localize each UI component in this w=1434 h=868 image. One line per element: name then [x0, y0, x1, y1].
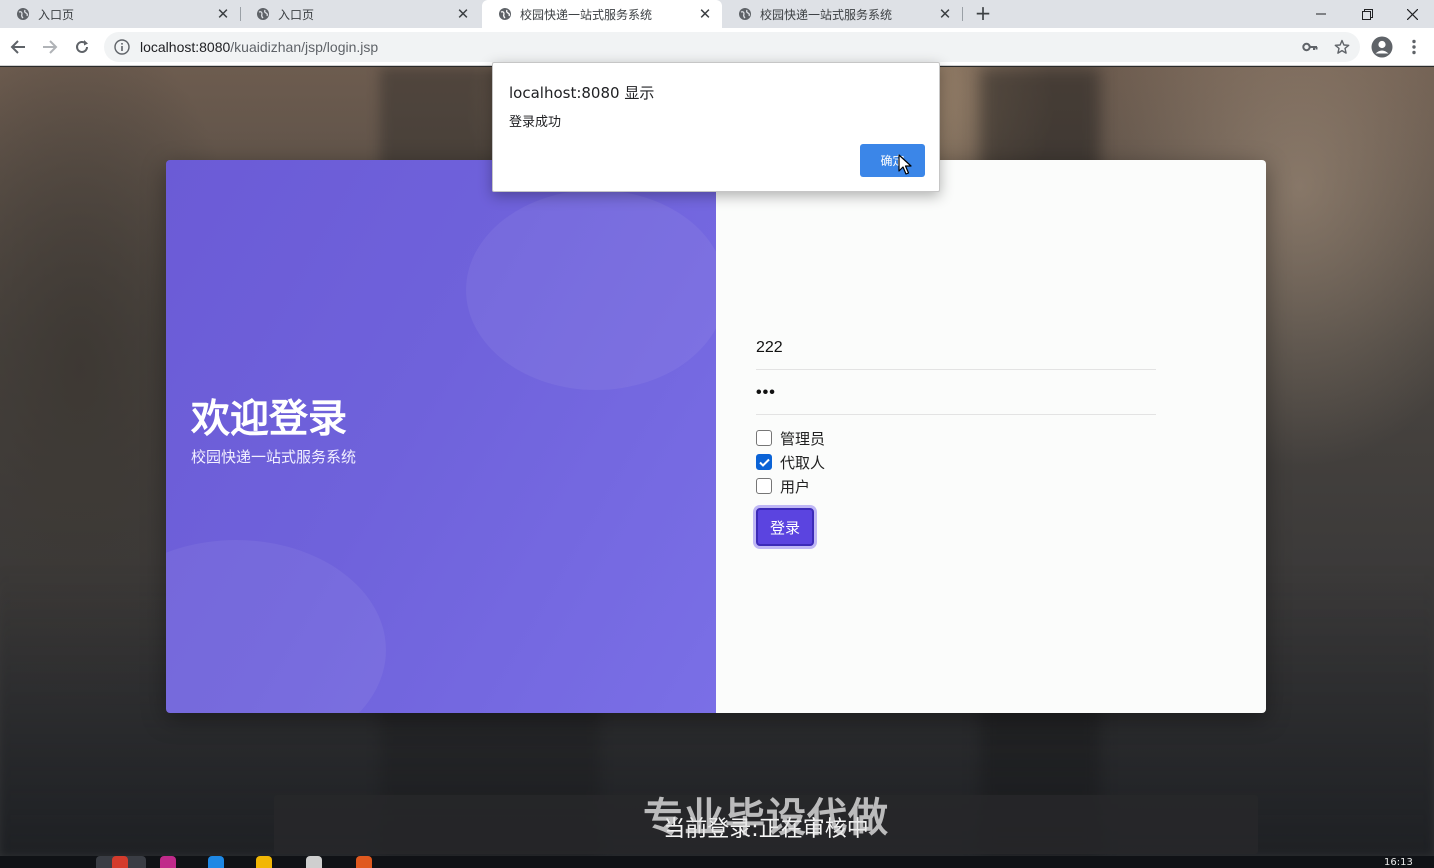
- url-text[interactable]: localhost:8080/kuaidizhan/jsp/login.jsp: [140, 39, 378, 55]
- tab-title: 入口页: [38, 7, 75, 22]
- login-button[interactable]: 登录: [756, 508, 814, 546]
- password-input[interactable]: [756, 383, 1156, 402]
- folder-icon[interactable]: [256, 856, 272, 868]
- tab-entry-1[interactable]: 入口页 ✕: [0, 0, 240, 28]
- close-icon[interactable]: ✕: [696, 5, 714, 23]
- globe-icon: [17, 8, 29, 20]
- new-tab-button[interactable]: +: [972, 3, 994, 25]
- alert-title: localhost:8080 显示: [509, 84, 655, 102]
- url-host: localhost:8080: [140, 39, 231, 55]
- os-taskbar: 16:13: [0, 856, 1434, 868]
- tab-strip: 入口页 ✕ 入口页 ✕ 校园快递一站式服务系统 ✕ 校园快递一站式服务系统 ✕ …: [0, 0, 1434, 28]
- app-icon[interactable]: [356, 856, 372, 868]
- role-label: 管理员: [780, 429, 826, 448]
- close-window-button[interactable]: [1390, 0, 1434, 28]
- tab-title: 校园快递一站式服务系统: [760, 7, 893, 22]
- role-option-user[interactable]: 用户: [756, 476, 810, 496]
- chrome-icon[interactable]: [112, 856, 128, 868]
- user-checkbox[interactable]: [756, 478, 772, 494]
- url-path: /kuaidizhan/jsp/login.jsp: [230, 39, 379, 55]
- alert-ok-button[interactable]: 确定: [860, 144, 925, 177]
- restore-button[interactable]: [1345, 0, 1389, 28]
- alert-dialog: localhost:8080 显示 登录成功 确定: [492, 62, 940, 192]
- info-icon[interactable]: [114, 39, 130, 55]
- browser-toolbar: localhost:8080/kuaidizhan/jsp/login.jsp: [0, 28, 1434, 66]
- star-icon: [1334, 39, 1350, 54]
- role-label: 代取人: [780, 453, 826, 472]
- close-icon[interactable]: ✕: [936, 5, 954, 23]
- forward-icon: [43, 40, 58, 54]
- password-field-row: [756, 371, 1156, 415]
- video-caption-overlay: 当前登录:正在审核中 专业毕设代做: [274, 795, 1258, 854]
- mouse-cursor-icon: [898, 154, 912, 175]
- taskbar-clock: 16:13: [1384, 857, 1413, 868]
- check-icon: [758, 458, 770, 467]
- account-icon: [1371, 36, 1393, 58]
- reload-icon: [76, 40, 88, 53]
- back-icon: [10, 40, 25, 54]
- role-option-admin[interactable]: 管理员: [756, 428, 825, 448]
- app-icon[interactable]: [306, 856, 322, 868]
- tab-campus-express[interactable]: 校园快递一站式服务系统 ✕: [722, 0, 962, 28]
- forward-button[interactable]: [40, 37, 60, 57]
- menu-icon: [1412, 39, 1416, 55]
- key-icon: [1302, 42, 1318, 52]
- close-icon[interactable]: ✕: [454, 5, 472, 23]
- password-key-button[interactable]: [1300, 37, 1320, 57]
- minimize-button[interactable]: [1299, 0, 1343, 28]
- app-icon[interactable]: [160, 856, 176, 868]
- caption-watermark: 专业毕设代做: [643, 795, 889, 841]
- profile-button[interactable]: [1371, 36, 1393, 58]
- minimize-icon: [1316, 13, 1326, 15]
- tab-title: 校园快递一站式服务系统: [520, 7, 653, 22]
- username-input[interactable]: [756, 338, 1156, 357]
- tab-entry-2[interactable]: 入口页 ✕: [240, 0, 480, 28]
- welcome-heading: 欢迎登录: [191, 397, 348, 442]
- login-card-banner: 欢迎登录 校园快递一站式服务系统: [166, 160, 726, 713]
- globe-icon: [499, 8, 511, 20]
- restore-icon: [1361, 8, 1373, 20]
- login-form: 管理员 代取人 用户 登录: [716, 160, 1266, 713]
- courier-checkbox[interactable]: [756, 454, 772, 470]
- globe-icon: [257, 8, 269, 20]
- admin-checkbox[interactable]: [756, 430, 772, 446]
- bookmark-button[interactable]: [1332, 37, 1352, 57]
- role-label: 用户: [780, 477, 811, 496]
- close-icon[interactable]: ✕: [214, 5, 232, 23]
- app-icon[interactable]: [208, 856, 224, 868]
- tab-title: 入口页: [278, 7, 315, 22]
- system-subtitle: 校园快递一站式服务系统: [191, 448, 357, 466]
- reload-button[interactable]: [72, 37, 92, 57]
- close-icon: [1406, 8, 1418, 20]
- login-card: 欢迎登录 校园快递一站式服务系统 管理员 代取人 用户: [166, 160, 1266, 713]
- back-button[interactable]: [8, 37, 28, 57]
- username-field-row: [756, 326, 1156, 370]
- decorative-shape: [166, 540, 386, 713]
- tab-separator: [962, 7, 963, 21]
- globe-icon: [739, 8, 751, 20]
- alert-message: 登录成功: [509, 115, 562, 130]
- tab-campus-express-active[interactable]: 校园快递一站式服务系统 ✕: [482, 0, 722, 28]
- menu-button[interactable]: [1404, 37, 1424, 57]
- decorative-shape: [466, 190, 726, 390]
- role-option-courier[interactable]: 代取人: [756, 452, 825, 472]
- address-bar[interactable]: localhost:8080/kuaidizhan/jsp/login.jsp: [104, 32, 1360, 62]
